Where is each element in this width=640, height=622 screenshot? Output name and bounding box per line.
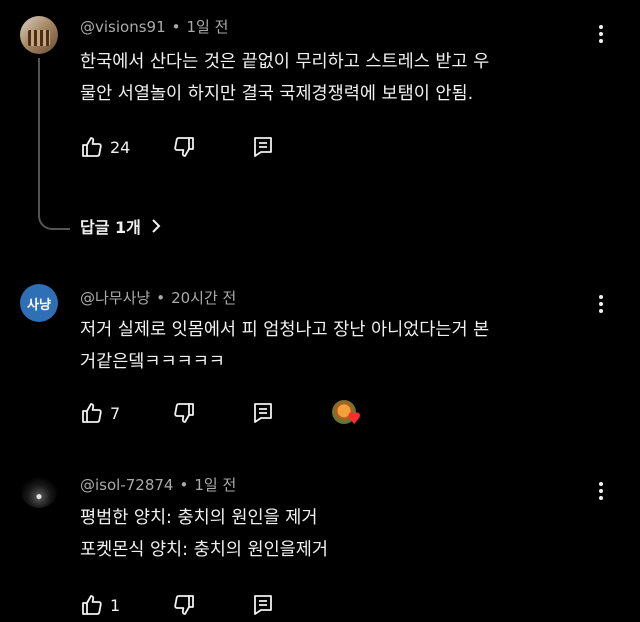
separator-dot: • <box>156 289 166 307</box>
avatar[interactable]: 사냥 <box>20 284 58 322</box>
comment-text: 한국에서 산다는 것은 끝없이 무리하고 스트레스 받고 우 물안 서열놀이 하… <box>80 46 489 110</box>
dislike-button[interactable] <box>172 400 196 426</box>
comment-meta: @visions91 • 1일 전 <box>80 16 228 37</box>
comment-reply-icon <box>254 137 272 157</box>
author-name[interactable]: @나무사냥 <box>80 289 150 307</box>
reply-button[interactable] <box>252 400 274 426</box>
comment-item: 사냥 @나무사냥 • 20시간 전 저거 실제로 잇몸에서 피 엄청나고 장난 아니… <box>0 282 640 432</box>
more-vert-icon[interactable] <box>591 292 611 316</box>
comment-time[interactable]: 1일 전 <box>186 18 228 36</box>
thumbs-down-icon <box>174 595 194 615</box>
like-button[interactable]: 7 <box>80 400 120 426</box>
comment-reply-icon <box>254 403 272 423</box>
like-count: 1 <box>110 595 121 615</box>
heart-icon: ♥ <box>347 409 362 428</box>
author-name[interactable]: @isol-72874 <box>80 476 173 494</box>
separator-dot: • <box>179 476 189 494</box>
avatar[interactable] <box>20 470 58 508</box>
thumbs-up-icon <box>82 403 102 423</box>
thumbs-up-icon <box>82 595 102 615</box>
thread-line <box>38 58 70 230</box>
thumbs-down-icon <box>174 403 194 423</box>
comment-item: @visions91 • 1일 전 한국에서 산다는 것은 끝없이 무리하고 스트레… <box>0 0 640 250</box>
more-vert-icon[interactable] <box>591 22 611 46</box>
comment-meta: @나무사냥 • 20시간 전 <box>80 287 236 308</box>
avatar[interactable] <box>20 16 58 54</box>
thumbs-down-icon <box>174 137 194 157</box>
avatar-text: 사냥 <box>27 297 51 313</box>
replies-label: 답글 1개 <box>80 218 141 237</box>
chevron-right-icon <box>152 219 161 233</box>
comment-text-line: 평범한 양치: 충치의 원인을 제거 <box>80 508 318 528</box>
reply-button[interactable] <box>252 134 274 160</box>
comment-text-line: 포켓몬식 양치: 충치의 원인을제거 <box>80 540 328 560</box>
comment-item: @isol-72874 • 1일 전 평범한 양치: 충치의 원인을 제거 포켓몬식… <box>0 466 640 622</box>
author-name[interactable]: @visions91 <box>80 18 166 36</box>
separator-dot: • <box>171 18 181 36</box>
replies-toggle-button[interactable]: 답글 1개 <box>80 214 161 238</box>
like-count: 24 <box>110 137 131 157</box>
comment-text: 저거 실제로 잇몸에서 피 엄청나고 장난 아니었다는거 본 거같은뎈ㅋㅋㅋㅋㅋ <box>80 314 489 378</box>
thumbs-up-icon <box>82 137 102 157</box>
comment-text-line: 한국에서 산다는 것은 끝없이 무리하고 스트레스 받고 우 <box>80 52 490 72</box>
comment-text-line: 물안 서열놀이 하지만 결국 국제경쟁력에 보탬이 안됨. <box>80 84 474 104</box>
like-count: 7 <box>110 403 121 423</box>
comment-text-line: 거같은뎈ㅋㅋㅋㅋㅋ <box>80 352 225 372</box>
dislike-button[interactable] <box>172 592 196 618</box>
comment-text-line: 저거 실제로 잇몸에서 피 엄청나고 장난 아니었다는거 본 <box>80 320 490 340</box>
comment-reply-icon <box>254 595 272 615</box>
like-button[interactable]: 1 <box>80 592 120 618</box>
dislike-button[interactable] <box>172 134 196 160</box>
more-vert-icon[interactable] <box>591 479 611 503</box>
comment-text: 평범한 양치: 충치의 원인을 제거 포켓몬식 양치: 충치의 원인을제거 <box>80 502 328 566</box>
comment-time[interactable]: 1일 전 <box>194 476 236 494</box>
reply-button[interactable] <box>252 592 274 618</box>
comment-meta: @isol-72874 • 1일 전 <box>80 474 236 495</box>
comment-time[interactable]: 20시간 전 <box>171 289 236 307</box>
creator-heart-badge: ♥ <box>332 400 362 428</box>
like-button[interactable]: 24 <box>80 134 130 160</box>
